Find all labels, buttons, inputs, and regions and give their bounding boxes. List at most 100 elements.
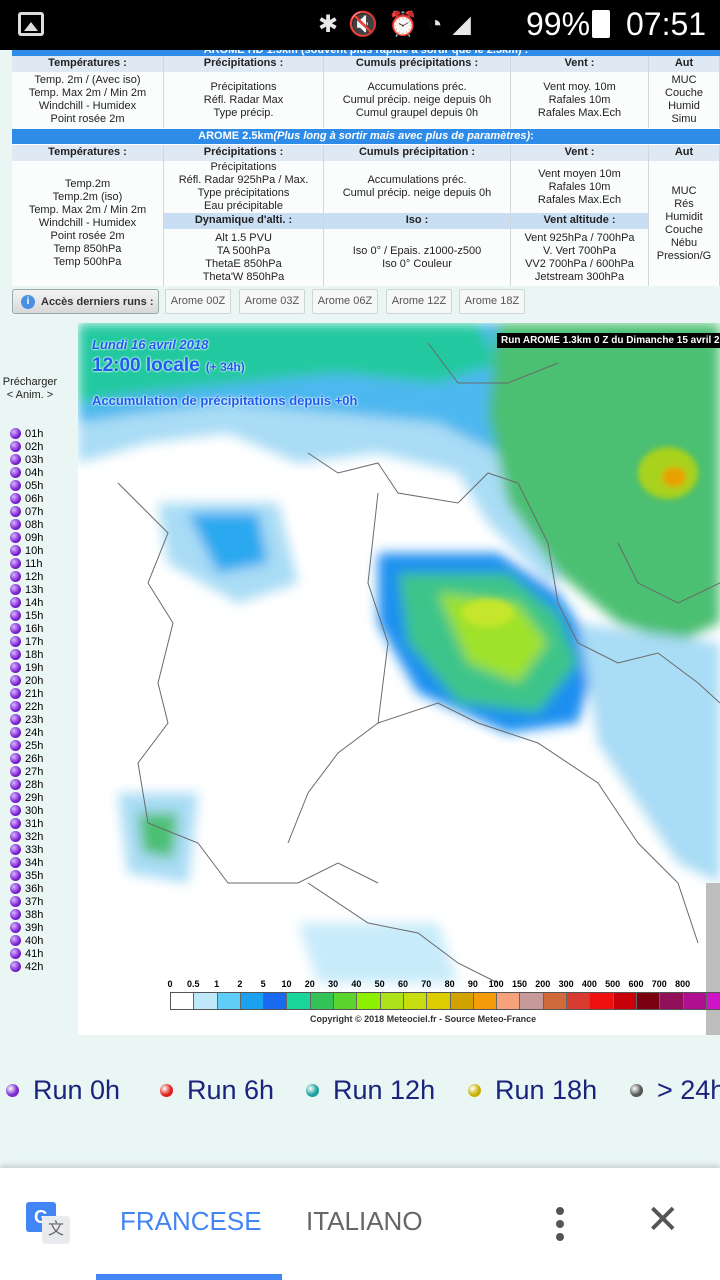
hour-item[interactable]: 41h	[10, 947, 43, 960]
hour-item[interactable]: 14h	[10, 596, 43, 609]
run-button[interactable]: Arome 03Z	[239, 289, 305, 314]
hour-item[interactable]: 22h	[10, 700, 43, 713]
table-link[interactable]: Temp.2m	[12, 178, 163, 191]
hour-item[interactable]: 16h	[10, 622, 43, 635]
close-icon[interactable]: ✕	[646, 1200, 680, 1240]
hour-item[interactable]: 39h	[10, 921, 43, 934]
hour-item[interactable]: 11h	[10, 557, 43, 570]
hour-item[interactable]: 20h	[10, 674, 43, 687]
table-link[interactable]: Vent 925hPa / 700hPa	[511, 232, 648, 245]
table-link[interactable]: Temp. 2m / (Avec iso)	[12, 74, 163, 87]
target-language-tab[interactable]: ITALIANO	[306, 1206, 423, 1237]
hour-item[interactable]: 38h	[10, 908, 43, 921]
run-button[interactable]: Arome 06Z	[312, 289, 378, 314]
google-translate-icon[interactable]: G 文	[26, 1202, 70, 1246]
table-link[interactable]: Temp.2m (iso)	[12, 191, 163, 204]
hour-item[interactable]: 36h	[10, 882, 43, 895]
hour-item[interactable]: 02h	[10, 440, 43, 453]
table-link[interactable]: Type précip.	[164, 107, 323, 120]
table-link[interactable]: Vent moy. 10m	[511, 81, 648, 94]
table-link[interactable]: Iso 0° / Epais. z1000-z500	[324, 245, 510, 258]
hour-item[interactable]: 12h	[10, 570, 43, 583]
table-link[interactable]: Pression/G	[649, 250, 719, 263]
table-link[interactable]: Cumul graupel depuis 0h	[324, 107, 510, 120]
hour-item[interactable]: 05h	[10, 479, 43, 492]
hour-item[interactable]: 29h	[10, 791, 43, 804]
table-link[interactable]: Iso 0° Couleur	[324, 258, 510, 271]
table-link[interactable]: Rafales 10m	[511, 94, 648, 107]
table-link[interactable]: Windchill - Humidex	[12, 217, 163, 230]
run-button[interactable]: Arome 18Z	[459, 289, 525, 314]
run-button[interactable]: Arome 12Z	[386, 289, 452, 314]
table-link[interactable]: Theta'W 850hPa	[164, 271, 323, 284]
table-link[interactable]: Temp 500hPa	[12, 256, 163, 269]
table-link[interactable]: Alt 1.5 PVU	[164, 232, 323, 245]
table-link[interactable]: Rafales 10m	[511, 181, 648, 194]
hour-item[interactable]: 32h	[10, 830, 43, 843]
table-link[interactable]: Cumul précip. neige depuis 0h	[324, 187, 510, 200]
forecast-map[interactable]: Lundi 16 avril 2018 12:00 locale (+ 34h) …	[78, 323, 720, 1035]
hour-item[interactable]: 24h	[10, 726, 43, 739]
hour-item[interactable]: 07h	[10, 505, 43, 518]
table-link[interactable]: Temp. Max 2m / Min 2m	[12, 204, 163, 217]
hour-item[interactable]: 08h	[10, 518, 43, 531]
hour-item[interactable]: 26h	[10, 752, 43, 765]
table-link[interactable]: Précipitations	[164, 81, 323, 94]
table-link[interactable]: Couche	[649, 87, 719, 100]
hour-item[interactable]: 06h	[10, 492, 43, 505]
hour-item[interactable]: 04h	[10, 466, 43, 479]
hour-item[interactable]: 31h	[10, 817, 43, 830]
hour-item[interactable]: 37h	[10, 895, 43, 908]
hour-item[interactable]: 13h	[10, 583, 43, 596]
precharger-control[interactable]: Précharger < Anim. >	[0, 376, 60, 402]
hour-item[interactable]: 10h	[10, 544, 43, 557]
hour-item[interactable]: 09h	[10, 531, 43, 544]
hour-item[interactable]: 21h	[10, 687, 43, 700]
source-language-tab[interactable]: FRANCESE	[120, 1206, 262, 1237]
table-link[interactable]: Réfl. Radar 925hPa / Max.	[164, 174, 323, 187]
table-link[interactable]: ThetaE 850hPa	[164, 258, 323, 271]
table-link[interactable]: Temp 850hPa	[12, 243, 163, 256]
hour-item[interactable]: 17h	[10, 635, 43, 648]
table-link[interactable]: Rés	[649, 198, 719, 211]
table-link[interactable]: Temp. Max 2m / Min 2m	[12, 87, 163, 100]
table-link[interactable]: Jetstream 300hPa	[511, 271, 648, 284]
table-link[interactable]: MUC	[649, 74, 719, 87]
hour-item[interactable]: 42h	[10, 960, 43, 973]
hour-item[interactable]: 28h	[10, 778, 43, 791]
table-link[interactable]: VV2 700hPa / 600hPa	[511, 258, 648, 271]
hour-item[interactable]: 34h	[10, 856, 43, 869]
table-link[interactable]: Rafales Max.Ech	[511, 194, 648, 207]
table-link[interactable]: Réfl. Radar Max	[164, 94, 323, 107]
table-link[interactable]: Cumul précip. neige depuis 0h	[324, 94, 510, 107]
table-link[interactable]: V. Vert 700hPa	[511, 245, 648, 258]
hour-item[interactable]: 01h	[10, 427, 43, 440]
table-link[interactable]: Nébu	[649, 237, 719, 250]
table-link[interactable]: Windchill - Humidex	[12, 100, 163, 113]
table-link[interactable]: Accumulations préc.	[324, 174, 510, 187]
hour-item[interactable]: 03h	[10, 453, 43, 466]
run-button[interactable]: Arome 00Z	[165, 289, 231, 314]
table-link[interactable]: Couche	[649, 224, 719, 237]
hour-item[interactable]: 40h	[10, 934, 43, 947]
table-link[interactable]: Rafales Max.Ech	[511, 107, 648, 120]
hour-item[interactable]: 25h	[10, 739, 43, 752]
table-link[interactable]: Accumulations préc.	[324, 81, 510, 94]
more-options-icon[interactable]	[548, 1204, 572, 1244]
hour-item[interactable]: 15h	[10, 609, 43, 622]
table-link[interactable]: Point rosée 2m	[12, 230, 163, 243]
hour-item[interactable]: 23h	[10, 713, 43, 726]
table-link[interactable]: Humidit	[649, 211, 719, 224]
hour-item[interactable]: 19h	[10, 661, 43, 674]
hour-item[interactable]: 33h	[10, 843, 43, 856]
table-link[interactable]: Humid	[649, 100, 719, 113]
table-link[interactable]: TA 500hPa	[164, 245, 323, 258]
table-link[interactable]: Point rosée 2m	[12, 113, 163, 126]
table-link[interactable]: Précipitations	[164, 161, 323, 174]
table-link[interactable]: MUC	[649, 185, 719, 198]
hour-item[interactable]: 30h	[10, 804, 43, 817]
table-link[interactable]: Vent moyen 10m	[511, 168, 648, 181]
table-link[interactable]: Type précipitations	[164, 187, 323, 200]
table-link[interactable]: Simu	[649, 113, 719, 126]
hour-item[interactable]: 35h	[10, 869, 43, 882]
